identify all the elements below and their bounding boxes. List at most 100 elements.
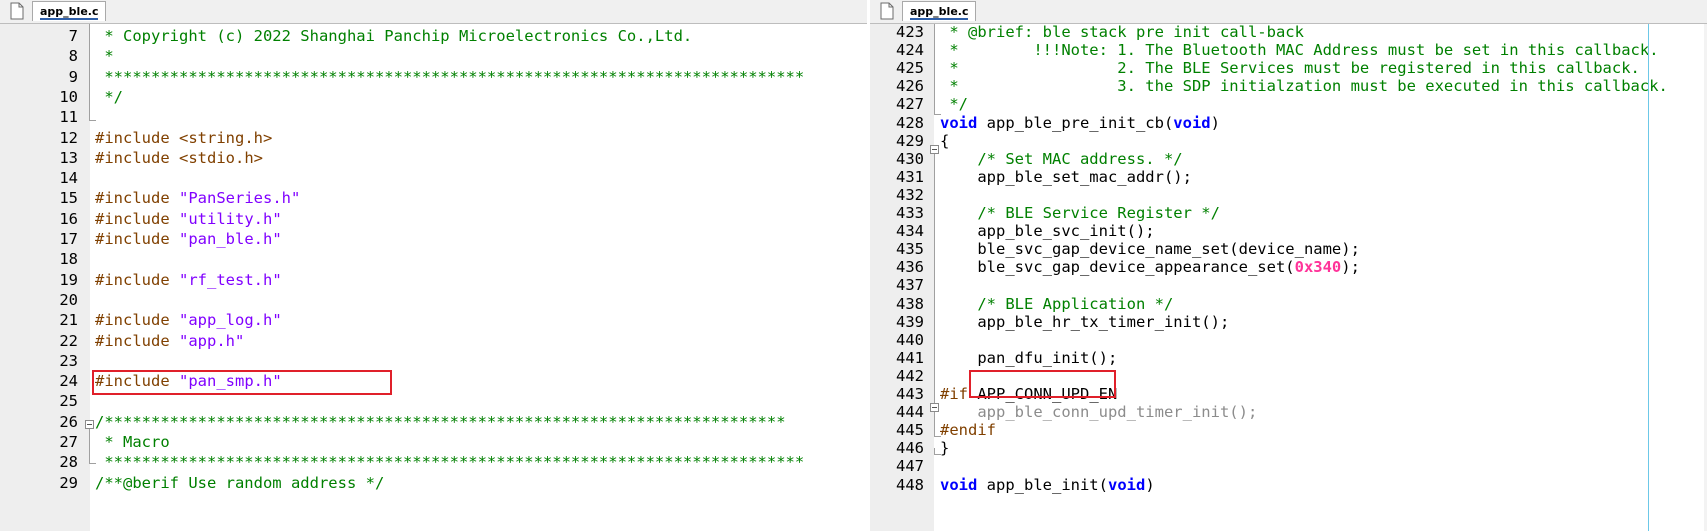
code-text: * Macro xyxy=(95,432,169,452)
code-token: #include xyxy=(95,331,179,350)
code-token: ****************************************… xyxy=(95,453,805,472)
line-number: 19 xyxy=(59,270,78,289)
code-token: "app.h" xyxy=(179,331,245,350)
code-line[interactable]: 11 xyxy=(0,107,867,127)
line-number: 10 xyxy=(59,87,78,106)
code-token: * @brief: ble stack pre init call-back xyxy=(940,23,1304,41)
code-line[interactable]: 427 */ xyxy=(870,94,1707,114)
code-line[interactable]: 26 /*************************************… xyxy=(0,412,867,432)
code-line[interactable]: 438 /* BLE Application */ xyxy=(870,294,1707,314)
code-line[interactable]: 432 xyxy=(870,185,1707,205)
code-line[interactable]: 27 * Macro xyxy=(0,432,867,452)
code-line[interactable]: 434 app_ble_svc_init(); xyxy=(870,221,1707,241)
code-text: #endif xyxy=(940,420,996,440)
code-line[interactable]: 447 xyxy=(870,456,1707,476)
line-number: 22 xyxy=(59,331,78,350)
code-line[interactable]: 28 *************************************… xyxy=(0,452,867,472)
line-number: 16 xyxy=(59,209,78,228)
line-number: 17 xyxy=(59,230,78,248)
code-line[interactable]: 9 **************************************… xyxy=(0,67,867,87)
code-text: void app_ble_pre_init_cb(void) xyxy=(940,113,1220,133)
line-number: 28 xyxy=(59,453,78,472)
code-token: * 2. The BLE Services must be registered… xyxy=(940,59,1640,78)
code-line[interactable]: 22 #include "app.h" xyxy=(0,331,867,351)
code-token: "rf_test.h" xyxy=(179,270,282,289)
code-token: app_ble_hr_tx_timer_init(); xyxy=(940,312,1230,331)
fold-toggle-icon[interactable] xyxy=(85,420,94,429)
line-number: 12 xyxy=(59,128,78,147)
line-number: 13 xyxy=(59,148,78,167)
code-line[interactable]: 21 #include "app_log.h" xyxy=(0,310,867,330)
line-number: 11 xyxy=(59,108,78,127)
line-number: 430 xyxy=(896,149,924,168)
code-token: void xyxy=(1173,113,1211,132)
code-line[interactable]: 10 */ xyxy=(0,87,867,107)
code-text: #include "app.h" xyxy=(95,331,244,351)
code-token: * Copyright (c) 2022 Shanghai Panchip Mi… xyxy=(95,27,693,45)
code-token: #include xyxy=(95,311,179,330)
code-line[interactable]: 18 xyxy=(0,249,867,269)
code-line[interactable]: 445 #endif xyxy=(870,420,1707,440)
code-line[interactable]: 8 * xyxy=(0,46,867,66)
code-line[interactable]: 23 xyxy=(0,351,867,371)
left-editor-pane: app_ble.c 7 * Copyright (c) 2022 Shangha… xyxy=(0,0,867,531)
code-token: /**@berif Use random address */ xyxy=(95,473,385,492)
code-line[interactable]: 440 xyxy=(870,330,1707,350)
code-line[interactable]: 435 ble_svc_gap_device_name_set(device_n… xyxy=(870,239,1707,259)
code-line[interactable]: 424 * !!!Note: 1. The Bluetooth MAC Addr… xyxy=(870,40,1707,60)
line-number: 436 xyxy=(896,258,924,277)
fold-end-marker xyxy=(934,448,941,455)
line-number: 23 xyxy=(59,351,78,370)
code-line[interactable]: 431 app_ble_set_mac_addr(); xyxy=(870,167,1707,187)
code-line[interactable]: 441 pan_dfu_init(); xyxy=(870,348,1707,368)
code-line[interactable]: 423 * @brief: ble stack pre init call-ba… xyxy=(870,22,1707,42)
code-line[interactable]: 19 #include "rf_test.h" xyxy=(0,270,867,290)
code-line[interactable]: 7 * Copyright (c) 2022 Shanghai Panchip … xyxy=(0,26,867,46)
code-text: * @brief: ble stack pre init call-back xyxy=(940,22,1304,42)
code-text: { xyxy=(940,131,949,151)
code-line[interactable]: 428 void app_ble_pre_init_cb(void) xyxy=(870,113,1707,133)
line-number: 21 xyxy=(59,311,78,330)
code-line[interactable]: 14 xyxy=(0,168,867,188)
code-line[interactable]: 16 #include "utility.h" xyxy=(0,209,867,229)
code-line[interactable]: 429 { xyxy=(870,131,1707,151)
fold-toggle-icon[interactable] xyxy=(930,403,939,412)
code-line[interactable]: 448 void app_ble_init(void) xyxy=(870,475,1707,495)
code-token: ****************************************… xyxy=(95,67,805,86)
line-number: 14 xyxy=(59,169,78,188)
right-code-area[interactable]: 423 * @brief: ble stack pre init call-ba… xyxy=(870,22,1707,531)
left-code-area[interactable]: 7 * Copyright (c) 2022 Shanghai Panchip … xyxy=(0,24,867,531)
line-number: 440 xyxy=(896,330,924,349)
code-token: "PanSeries.h" xyxy=(179,189,301,208)
line-number: 426 xyxy=(896,77,924,96)
right-tab-strip: app_ble.c xyxy=(870,0,1707,24)
tab-app-ble-c[interactable]: app_ble.c xyxy=(32,1,107,21)
code-token: #include xyxy=(95,270,179,289)
code-line[interactable]: 12 #include <string.h> xyxy=(0,128,867,148)
code-line[interactable]: 17 #include "pan_ble.h" xyxy=(0,229,867,249)
code-line[interactable]: 15 #include "PanSeries.h" xyxy=(0,188,867,208)
fold-end-marker xyxy=(89,114,96,121)
code-line[interactable]: 433 /* BLE Service Register */ xyxy=(870,203,1707,223)
code-token: */ xyxy=(95,87,123,106)
line-number: 18 xyxy=(59,250,78,269)
code-line[interactable]: 426 * 3. the SDP initialzation must be e… xyxy=(870,76,1707,96)
line-number: 433 xyxy=(896,204,924,222)
code-line[interactable]: 436 ble_svc_gap_device_appearance_set(0x… xyxy=(870,257,1707,277)
code-token: app_ble_conn_upd_timer_init(); xyxy=(940,403,1258,422)
code-line[interactable]: 444 app_ble_conn_upd_timer_init(); xyxy=(870,402,1707,422)
code-line[interactable]: 13 #include <stdio.h> xyxy=(0,148,867,168)
code-line[interactable]: 446} xyxy=(870,438,1707,458)
code-token: "utility.h" xyxy=(179,209,282,228)
code-line[interactable]: 20 xyxy=(0,290,867,310)
code-line[interactable]: 425 * 2. The BLE Services must be regist… xyxy=(870,58,1707,78)
tab-label: app_ble.c xyxy=(910,5,969,20)
fold-toggle-icon[interactable] xyxy=(930,145,939,154)
code-line[interactable]: 439 app_ble_hr_tx_timer_init(); xyxy=(870,312,1707,332)
code-line[interactable]: 437 xyxy=(870,275,1707,295)
highlight-box-include-pan-smp xyxy=(92,370,392,395)
tab-app-ble-c[interactable]: app_ble.c xyxy=(902,1,977,21)
code-line[interactable]: 430 /* Set MAC address. */ xyxy=(870,149,1707,169)
code-line[interactable]: 29 /**@berif Use random address */ xyxy=(0,473,867,493)
line-number: 424 xyxy=(896,41,924,60)
